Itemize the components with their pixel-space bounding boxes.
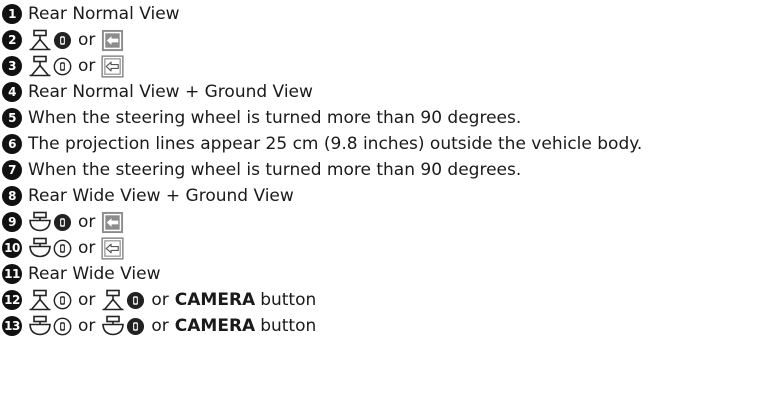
number-badge: 2 [2, 30, 22, 50]
number-badge: 13 [2, 316, 22, 336]
number-badge: 6 [2, 134, 22, 154]
legend-item-7: 7 When the steering wheel is turned more… [2, 157, 772, 183]
number-badge: 12 [2, 290, 22, 310]
legend-item-10: 10 or [2, 235, 772, 261]
number-badge: 11 [2, 264, 22, 284]
legend-item-4: 4 Rear Normal View + Ground View [2, 79, 772, 105]
wide-view-camera-icon [28, 314, 52, 338]
screen-button-outline-icon [101, 237, 124, 260]
or-text: or [78, 30, 96, 50]
number-badge: 1 [2, 4, 22, 24]
legend-text: Rear Wide View + Ground View [28, 186, 294, 206]
legend-item-8: 8 Rear Wide View + Ground View [2, 183, 772, 209]
camera-button-label: CAMERA [174, 290, 256, 310]
wide-view-camera-icon [28, 236, 52, 260]
number-badge: 4 [2, 82, 22, 102]
number-badge: 10 [2, 238, 22, 258]
legend-text: Rear Normal View [28, 4, 180, 24]
or-text: or [78, 238, 96, 258]
legend-item-13: 13 or or CAMERA button [2, 313, 772, 339]
legend-text: When the steering wheel is turned more t… [28, 108, 522, 128]
number-badge: 9 [2, 212, 22, 232]
number-badge: 5 [2, 108, 22, 128]
camera-button-filled-icon [53, 213, 72, 232]
camera-button-outline-icon [53, 317, 72, 336]
wide-view-camera-icon [101, 314, 125, 338]
screen-button-filled-icon [101, 211, 124, 234]
normal-view-camera-icon [28, 288, 52, 312]
legend-item-9: 9 or [2, 209, 772, 235]
camera-button-filled-icon [126, 291, 145, 310]
legend-item-1: 1 Rear Normal View [2, 1, 772, 27]
camera-button-filled-icon [53, 31, 72, 50]
legend-text: Rear Wide View [28, 264, 161, 284]
or-text: or [78, 316, 96, 336]
or-text: or [78, 56, 96, 76]
screen-button-outline-icon [101, 55, 124, 78]
button-word: button [260, 316, 317, 336]
legend-text: When the steering wheel is turned more t… [28, 160, 522, 180]
or-text: or [151, 290, 169, 310]
camera-button-label: CAMERA [174, 316, 256, 336]
legend-item-2: 2 or [2, 27, 772, 53]
screen-button-filled-icon [101, 29, 124, 52]
number-badge: 8 [2, 186, 22, 206]
number-badge: 3 [2, 56, 22, 76]
number-badge: 7 [2, 160, 22, 180]
button-word: button [260, 290, 317, 310]
normal-view-camera-icon [28, 28, 52, 52]
normal-view-camera-icon [101, 288, 125, 312]
legend-list: 1 Rear Normal View 2 or 3 or 4 Rear Norm… [0, 1, 772, 339]
camera-button-filled-icon [126, 317, 145, 336]
wide-view-camera-icon [28, 210, 52, 234]
or-text: or [78, 212, 96, 232]
or-text: or [151, 316, 169, 336]
or-text: or [78, 290, 96, 310]
legend-text: Rear Normal View + Ground View [28, 82, 313, 102]
legend-item-12: 12 or or CAMERA button [2, 287, 772, 313]
legend-item-5: 5 When the steering wheel is turned more… [2, 105, 772, 131]
normal-view-camera-icon [28, 54, 52, 78]
camera-button-outline-icon [53, 239, 72, 258]
legend-item-3: 3 or [2, 53, 772, 79]
camera-button-outline-icon [53, 291, 72, 310]
camera-button-outline-icon [53, 57, 72, 76]
legend-item-6: 6 The projection lines appear 25 cm (9.8… [2, 131, 772, 157]
legend-text: The projection lines appear 25 cm (9.8 i… [28, 134, 643, 154]
legend-item-11: 11 Rear Wide View [2, 261, 772, 287]
